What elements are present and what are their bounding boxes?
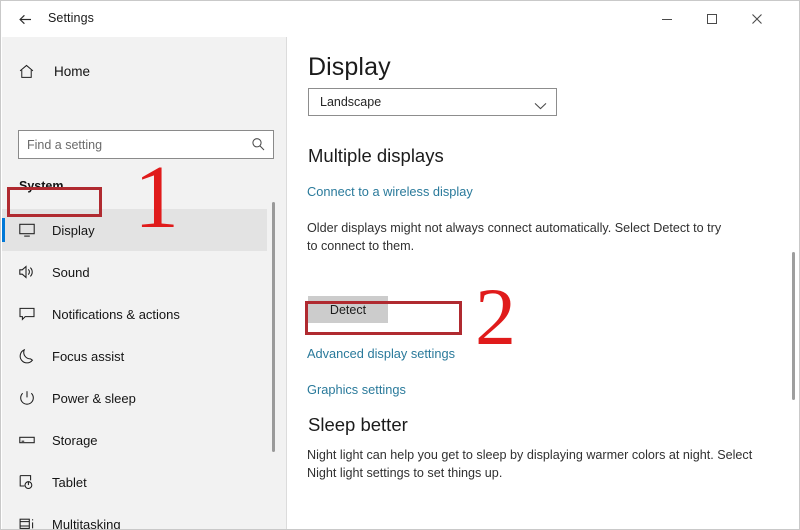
main-scrollbar[interactable] [792,252,795,400]
maximize-icon [706,13,718,25]
sidebar-item-tablet-label: Tablet [52,475,87,490]
sidebar-item-storage[interactable]: Storage [2,419,267,461]
search-box[interactable] [18,130,274,159]
minimize-button[interactable] [644,4,689,34]
connect-wireless-display-link[interactable]: Connect to a wireless display [307,184,473,199]
sidebar-item-home-label: Home [54,64,90,79]
monitor-icon [18,221,42,239]
orientation-value: Landscape [320,95,381,109]
maximize-button[interactable] [689,4,734,34]
chat-bubble-icon [18,305,42,323]
window-controls [644,1,779,37]
page-title: Display [308,53,391,82]
sidebar-item-display-label: Display [52,223,95,238]
sidebar-item-multitasking[interactable]: Multitasking [2,503,267,529]
sleep-better-description: Night light can help you get to sleep by… [307,446,767,482]
speaker-icon [18,263,42,281]
settings-window: Settings [0,0,800,530]
sidebar-item-notifications[interactable]: Notifications & actions [2,293,267,335]
back-button[interactable] [9,6,41,32]
sidebar-item-notifications-label: Notifications & actions [52,307,180,322]
minimize-icon [661,13,673,25]
sidebar-item-display[interactable]: Display [2,209,267,251]
advanced-display-settings-link[interactable]: Advanced display settings [307,346,455,361]
moon-icon [18,347,42,365]
multitasking-icon [18,515,42,529]
drive-icon [18,431,42,449]
search-icon[interactable] [250,136,267,153]
close-icon [751,13,763,25]
sidebar-item-tablet[interactable]: Tablet [2,461,267,503]
sidebar-item-power-sleep[interactable]: Power & sleep [2,377,267,419]
sidebar-item-storage-label: Storage [52,433,98,448]
sidebar-item-sound-label: Sound [52,265,90,280]
tablet-touch-icon [18,473,42,491]
sidebar-item-power-sleep-label: Power & sleep [52,391,136,406]
power-icon [18,389,42,407]
sidebar-nav-list: Display Sound Notifica [2,209,267,529]
chevron-down-icon [534,97,547,115]
multiple-displays-heading: Multiple displays [308,145,444,167]
window-title: Settings [48,11,94,25]
main-content: Display Landscape Multiple displays Conn… [287,37,800,529]
sleep-better-heading: Sleep better [308,414,408,436]
sidebar-item-home[interactable]: Home [2,54,267,88]
back-arrow-icon [17,11,34,28]
sidebar-item-focus-assist[interactable]: Focus assist [2,335,267,377]
sidebar-item-sound[interactable]: Sound [2,251,267,293]
title-bar: Settings [1,1,800,37]
search-input[interactable] [19,131,247,158]
sidebar-item-focus-assist-label: Focus assist [52,349,124,364]
sidebar: Home System Display [2,37,287,529]
graphics-settings-link[interactable]: Graphics settings [307,382,406,397]
sidebar-scrollbar[interactable] [272,202,275,452]
multiple-displays-description: Older displays might not always connect … [307,219,727,255]
close-button[interactable] [734,4,779,34]
detect-button[interactable]: Detect [308,296,388,323]
home-icon [18,63,44,80]
sidebar-item-multitasking-label: Multitasking [52,517,121,530]
orientation-dropdown[interactable]: Landscape [308,88,557,116]
sidebar-category-title: System [19,179,63,193]
